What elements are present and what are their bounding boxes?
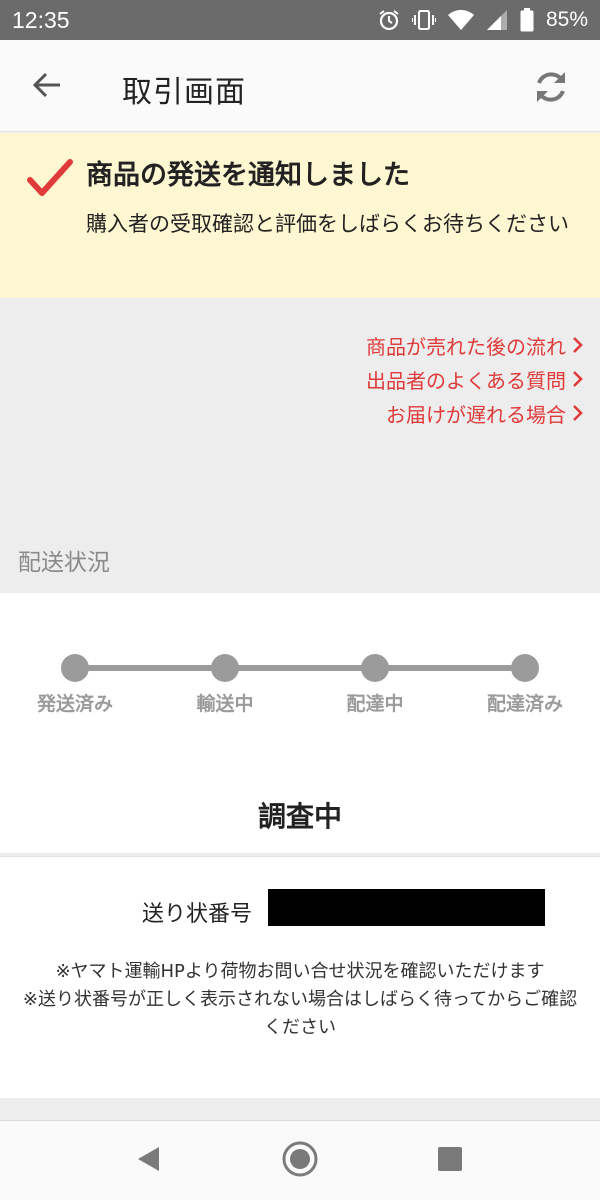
help-link-delivery-delay[interactable]: お届けが遅れる場合 [366, 396, 584, 430]
system-nav-bar [0, 1120, 600, 1200]
signal-icon [486, 9, 508, 31]
step-label-in-transit: 輸送中 [196, 693, 254, 715]
status-icons: 85% [378, 6, 588, 34]
shipping-progress-track [75, 665, 525, 671]
nav-recents-button[interactable] [428, 1139, 472, 1183]
step-label-out-for-delivery: 配達中 [346, 693, 404, 715]
help-link-label: 出品者のよくある質問 [366, 368, 566, 393]
nav-back-button[interactable] [126, 1139, 170, 1183]
tracking-note-yamato: ※ヤマト運輸HPより荷物お問い合せ状況を確認いただけます [55, 961, 545, 982]
wifi-icon [447, 9, 474, 31]
battery-icon [520, 8, 534, 32]
help-link-flow-after-sale[interactable]: 商品が売れた後の流れ [366, 328, 584, 362]
chevron-right-icon [573, 405, 583, 421]
home-circle-icon [281, 1140, 319, 1182]
step-dot-delivered [511, 654, 539, 682]
help-link-label: お届けが遅れる場合 [386, 402, 566, 427]
notice-subtitle: 購入者の受取確認と評価をしばらくお待ちください [86, 212, 569, 236]
tracking-number-label: 送り状番号 [142, 902, 253, 927]
step-dot-out-for-delivery [361, 654, 389, 682]
back-triangle-icon [135, 1145, 161, 1177]
help-link-seller-faq[interactable]: 出品者のよくある質問 [366, 362, 584, 396]
back-button[interactable] [22, 62, 72, 112]
recents-square-icon [437, 1146, 463, 1176]
status-time: 12:35 [12, 7, 70, 33]
battery-percent: 85% [545, 8, 588, 31]
app-bar: 取引画面 [0, 40, 600, 132]
step-dot-shipped [61, 654, 89, 682]
chevron-right-icon [573, 337, 583, 353]
arrow-left-icon [32, 72, 62, 102]
vibrate-icon [411, 9, 436, 31]
tracking-notes: ※ヤマト運輸HPより荷物お問い合せ状況を確認いただけます ※送り状番号が正しく表… [20, 958, 580, 1042]
shipping-section-label: 配送状況 [18, 550, 110, 576]
shipping-status-text: 調査中 [257, 800, 342, 833]
notice-title: 商品の発送を通知しました [86, 160, 410, 191]
check-icon [26, 156, 74, 200]
tracking-note-wait: ※送り状番号が正しく表示されない場合はしばらく待ってからご確認ください [22, 989, 578, 1038]
refresh-button[interactable] [524, 62, 578, 116]
nav-home-button[interactable] [278, 1139, 322, 1183]
step-label-shipped: 発送済み [36, 693, 113, 715]
step-label-delivered: 配達済み [486, 693, 563, 715]
step-dot-in-transit [211, 654, 239, 682]
tracking-number-redacted[interactable] [268, 889, 545, 926]
help-links: 商品が売れた後の流れ 出品者のよくある質問 お届けが遅れる場合 [366, 328, 584, 430]
help-link-label: 商品が売れた後の流れ [366, 334, 566, 359]
page-title: 取引画面 [122, 75, 246, 110]
alarm-icon [378, 9, 400, 31]
refresh-icon [531, 67, 571, 111]
status-bar: 12:35 85% [0, 0, 600, 40]
chevron-right-icon [573, 371, 583, 387]
